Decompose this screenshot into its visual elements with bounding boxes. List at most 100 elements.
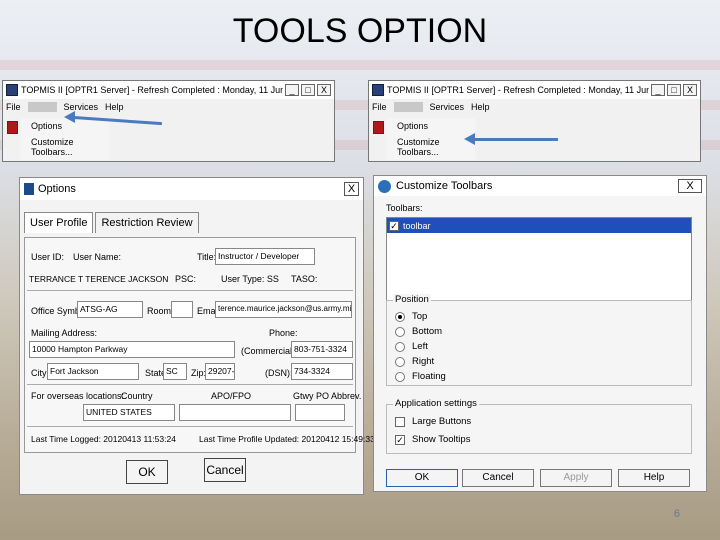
phone-label: Phone: [269, 328, 298, 338]
window-titlebar: TOPMIS II [OPTR1 Server] - Refresh Compl… [3, 81, 334, 99]
menu-services[interactable]: Services [64, 102, 99, 112]
position-option-left[interactable]: Left [387, 339, 691, 354]
app-window-right: TOPMIS II [OPTR1 Server] - Refresh Compl… [368, 80, 701, 162]
checkbox-icon[interactable] [395, 416, 405, 427]
commercial-label: (Commercial): [241, 346, 298, 356]
menu-help[interactable]: Help [105, 102, 124, 112]
app-icon [6, 84, 18, 96]
maximize-button[interactable]: □ [301, 84, 315, 96]
menu-item-customize-toolbars[interactable]: Customize Toolbars... [387, 134, 475, 160]
position-option-right[interactable]: Right [387, 354, 691, 369]
room-field[interactable] [171, 301, 193, 318]
app-window-left: TOPMIS II [OPTR1 Server] - Refresh Compl… [2, 80, 335, 162]
gtwy-po-label: Gtwy PO Abbrev. [293, 391, 362, 401]
ok-button[interactable]: OK [126, 460, 168, 484]
menu-tools[interactable]: Tools [27, 101, 57, 112]
maximize-button[interactable]: □ [667, 84, 681, 96]
close-button[interactable]: X [317, 84, 331, 96]
dsn-label: (DSN): [265, 368, 293, 378]
radio-label: Bottom [412, 326, 443, 337]
user-id-label: User ID: [31, 252, 65, 262]
state-field[interactable]: SC [163, 363, 187, 380]
apo-fpo-label: APO/FPO [211, 391, 252, 401]
help-button[interactable]: Help [618, 469, 690, 487]
arrow-head-left [64, 111, 75, 123]
application-settings-group: Application settings Large Buttons ✓ Show… [386, 398, 692, 454]
app-icon [372, 84, 384, 96]
dialog-title: Options [38, 183, 76, 195]
apo-fpo-field[interactable] [179, 404, 291, 421]
checkbox-checked-icon[interactable]: ✓ [395, 434, 405, 445]
menu-item-customize-toolbars[interactable]: Customize Toolbars... [21, 134, 109, 160]
arrow-head-right [464, 133, 475, 145]
minimize-button[interactable]: _ [651, 84, 665, 96]
overseas-label: For overseas locations: [31, 391, 125, 401]
zip-field[interactable]: 29207- [205, 363, 235, 380]
menu-file[interactable]: File [372, 102, 387, 112]
large-buttons-option[interactable]: Large Buttons [387, 414, 691, 429]
minimize-button[interactable]: _ [285, 84, 299, 96]
slide-title: TOOLS OPTION [232, 12, 488, 50]
close-button[interactable]: X [344, 182, 359, 196]
mailing-address-label: Mailing Address: [31, 328, 98, 338]
radio-label: Right [412, 356, 435, 367]
window-title: TOPMIS II [OPTR1 Server] - Refresh Compl… [21, 85, 283, 95]
position-option-bottom[interactable]: Bottom [387, 324, 691, 339]
commercial-phone-field[interactable]: 803-751-3324 [291, 341, 353, 358]
position-option-top[interactable]: Top [387, 309, 691, 324]
pointer-arrow-right [474, 138, 558, 141]
radio-selected-icon[interactable] [395, 311, 405, 322]
title-field[interactable]: Instructor / Developer [215, 248, 315, 265]
close-button[interactable]: X [678, 179, 702, 193]
menu-help[interactable]: Help [471, 102, 490, 112]
toolbar-icon[interactable] [7, 121, 18, 134]
window-title: TOPMIS II [OPTR1 Server] - Refresh Compl… [387, 85, 649, 95]
office-symbol-field[interactable]: ATSG-AG [77, 301, 143, 318]
tab-restriction-review[interactable]: Restriction Review [95, 212, 199, 233]
dsn-phone-field[interactable]: 734-3324 [291, 363, 353, 380]
apply-button[interactable]: Apply [540, 469, 612, 487]
tab-user-profile[interactable]: User Profile [24, 212, 94, 233]
radio-label: Left [412, 341, 428, 352]
room-label: Room: [147, 306, 174, 316]
user-type-label: User Type: SS [221, 274, 279, 284]
email-field[interactable]: terence.maurice.jackson@us.army.mil [215, 301, 352, 318]
show-tooltips-option[interactable]: ✓ Show Tooltips [387, 432, 691, 447]
zip-label: Zip: [191, 368, 207, 378]
checkbox-label: Show Tooltips [412, 434, 471, 445]
position-legend: Position [393, 294, 431, 305]
radio-icon[interactable] [395, 326, 405, 337]
cancel-button[interactable]: Cancel [204, 458, 246, 482]
toolbars-list[interactable]: ✓ toolbar [386, 217, 692, 301]
page-number: 6 [673, 508, 680, 520]
position-option-floating[interactable]: Floating [387, 369, 691, 384]
radio-icon[interactable] [395, 341, 405, 352]
divider [27, 426, 353, 427]
menu-services[interactable]: Services [430, 102, 465, 112]
menu-item-options[interactable]: Options [387, 118, 475, 134]
country-field[interactable]: UNITED STATES [83, 404, 175, 421]
toolbar-icon[interactable] [373, 121, 384, 134]
checkbox-label: Large Buttons [412, 416, 472, 427]
address-field[interactable]: 10000 Hampton Parkway [29, 341, 235, 358]
city-field[interactable]: Fort Jackson [47, 363, 139, 380]
toolbars-label: Toolbars: [386, 203, 423, 213]
menu-tools[interactable]: Tools [393, 101, 423, 112]
toolbar-list-item[interactable]: ✓ toolbar [387, 218, 691, 233]
cancel-button[interactable]: Cancel [462, 469, 534, 487]
user-name-label: User Name: [73, 252, 122, 262]
toolbar-checkbox[interactable]: ✓ [389, 220, 399, 231]
tools-dropdown: Options Customize Toolbars... [21, 118, 109, 160]
close-button[interactable]: X [683, 84, 697, 96]
radio-icon[interactable] [395, 356, 405, 367]
gtwy-po-field[interactable] [295, 404, 345, 421]
menu-file[interactable]: File [6, 102, 21, 112]
position-group: Position Top Bottom Left Right Floating [386, 294, 692, 386]
divider [27, 384, 353, 385]
window-titlebar: TOPMIS II [OPTR1 Server] - Refresh Compl… [369, 81, 700, 99]
user-name-value: TERRANCE T TERENCE JACKSON [29, 274, 169, 284]
options-dialog: Options X User Profile Restriction Revie… [19, 177, 375, 495]
menu-bar: File Tools Services Help [369, 99, 700, 114]
radio-icon[interactable] [395, 371, 405, 382]
ok-button[interactable]: OK [386, 469, 458, 487]
